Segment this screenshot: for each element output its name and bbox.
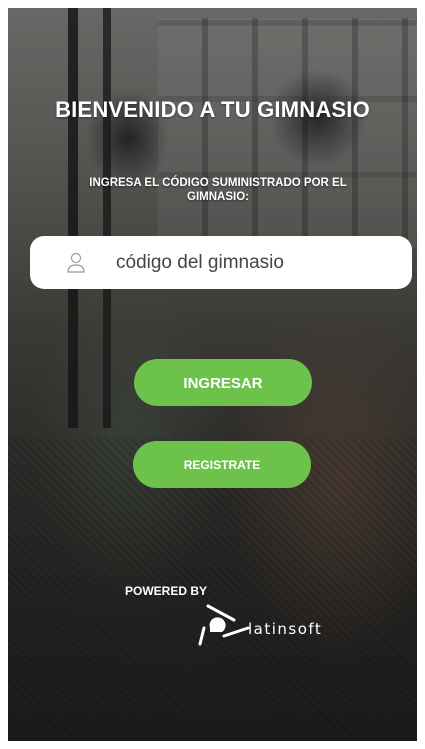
welcome-title: BIENVENIDO A TU GIMNASIO <box>55 97 370 122</box>
gym-code-instruction: INGRESA EL CÓDIGO SUMINISTRADO POR EL GI… <box>89 177 347 203</box>
login-screen: BIENVENIDO A TU GIMNASIO INGRESA EL CÓDI… <box>8 8 417 741</box>
powered-by-label: POWERED BY <box>125 584 208 598</box>
gym-code-input[interactable] <box>116 251 376 274</box>
login-button[interactable]: INGRESAR <box>134 359 312 406</box>
brand-name: latinsoft <box>248 620 323 638</box>
register-button[interactable]: REGISTRATE <box>133 441 311 488</box>
gym-code-field[interactable] <box>30 236 412 289</box>
user-icon <box>67 252 85 273</box>
